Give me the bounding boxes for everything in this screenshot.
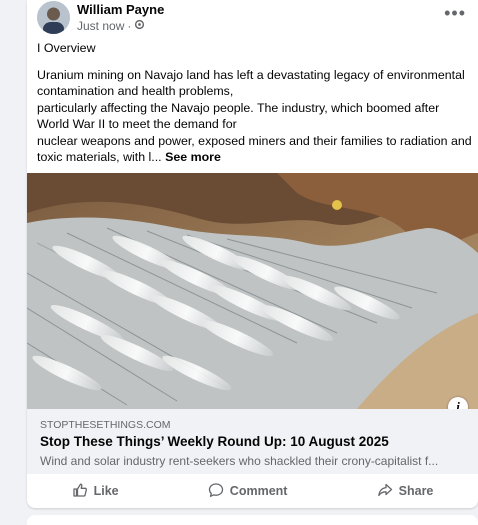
more-horizontal-icon[interactable]: ••• xyxy=(444,4,466,22)
comment-button[interactable]: Comment xyxy=(196,478,300,505)
link-preview[interactable]: STOPTHESETHINGS.COM Stop These Things’ W… xyxy=(27,409,478,474)
share-label: Share xyxy=(398,484,434,498)
share-icon xyxy=(377,482,393,501)
avatar[interactable] xyxy=(37,1,70,34)
post-body-line-text: nuclear weapons and power, exposed miner… xyxy=(37,133,472,165)
post-body-line: particularly affecting the Navajo people… xyxy=(37,100,440,132)
like-label: Like xyxy=(93,484,119,498)
share-button[interactable]: Share xyxy=(365,478,446,505)
meta-separator: · xyxy=(127,19,132,33)
author-name[interactable]: William Payne xyxy=(77,2,164,17)
comment-label: Comment xyxy=(229,484,288,498)
post-body-line: Uranium mining on Navajo land has left a… xyxy=(37,67,465,99)
post-text: I Overview Uranium mining on Navajo land… xyxy=(37,40,473,166)
see-more-link[interactable]: See more xyxy=(165,150,221,164)
post-heading: I Overview xyxy=(37,41,96,55)
next-post-card-edge xyxy=(27,515,478,525)
post-card: William Payne Just now · ••• I Overview … xyxy=(27,0,478,508)
post-timestamp[interactable]: Just now xyxy=(77,19,124,33)
post-actions: Like Comment Share xyxy=(27,476,478,506)
gear-icon[interactable] xyxy=(134,19,145,33)
post-meta: Just now · xyxy=(77,19,145,33)
link-preview-image[interactable] xyxy=(27,173,478,409)
thumbs-up-icon xyxy=(72,482,88,501)
post-body-line: nuclear weapons and power, exposed miner… xyxy=(37,133,473,166)
comment-icon xyxy=(208,482,224,501)
link-domain: STOPTHESETHINGS.COM xyxy=(40,419,171,431)
like-button[interactable]: Like xyxy=(60,478,131,505)
link-description: Wind and solar industry rent-seekers who… xyxy=(40,454,439,468)
link-title[interactable]: Stop These Things’ Weekly Round Up: 10 A… xyxy=(40,434,389,449)
